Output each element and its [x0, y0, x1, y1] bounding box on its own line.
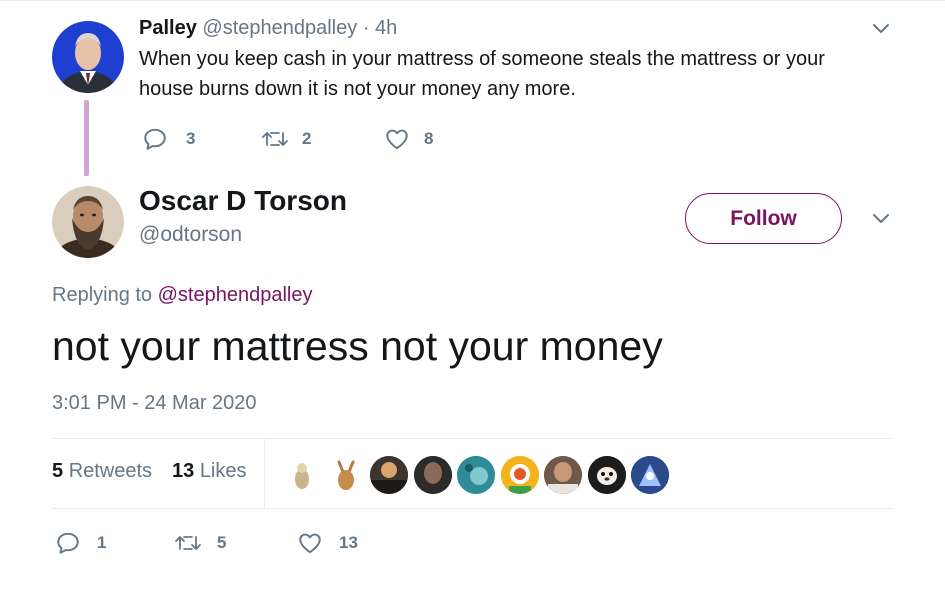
thread-connector	[84, 100, 89, 176]
reply-icon	[55, 530, 81, 556]
author-avatar[interactable]	[52, 186, 124, 258]
liker-avatar[interactable]	[631, 456, 669, 494]
parent-more-chevron-icon[interactable]	[872, 22, 890, 36]
top-divider	[0, 0, 945, 1]
header-dot-separator: ·	[362, 17, 370, 39]
parent-avatar[interactable]	[52, 21, 124, 93]
likes-stat-count: 13	[172, 460, 195, 482]
parent-retweet-action[interactable]: 2	[260, 124, 311, 154]
tweet-timestamp[interactable]: 3:01 PM - 24 Mar 2020	[52, 392, 257, 415]
stats-top-divider	[52, 438, 893, 439]
stats-bottom-divider	[52, 508, 893, 509]
liker-avatar[interactable]	[414, 456, 452, 494]
retweet-count: 5	[217, 533, 227, 552]
liker-avatar[interactable]	[370, 456, 408, 494]
liker-avatar[interactable]	[457, 456, 495, 494]
reply-count: 1	[97, 533, 107, 552]
like-count: 13	[339, 533, 358, 552]
retweets-stat[interactable]: 5 Retweets	[52, 460, 152, 483]
parent-like-action[interactable]: 8	[384, 124, 433, 154]
parent-author-handle[interactable]: @stephendpalley	[202, 17, 357, 39]
follow-button[interactable]: Follow	[685, 193, 842, 244]
heart-icon	[297, 530, 323, 556]
liker-avatar[interactable]	[327, 456, 365, 494]
reply-icon	[142, 126, 168, 152]
liker-avatar[interactable]	[283, 456, 321, 494]
stats-separator	[264, 439, 265, 508]
parent-retweet-count: 2	[302, 129, 312, 148]
retweets-stat-label: Retweets	[68, 460, 153, 482]
retweet-action[interactable]: 5	[173, 528, 226, 558]
retweet-icon	[173, 530, 203, 556]
author-name[interactable]: Oscar D Torson	[139, 185, 347, 217]
likes-stat-label: Likes	[199, 460, 247, 482]
replying-to-line: Replying to @stephendpalley	[52, 284, 312, 307]
liker-avatar[interactable]	[588, 456, 626, 494]
replying-to-prefix: Replying to	[52, 284, 153, 306]
reply-action[interactable]: 1	[55, 528, 106, 558]
parent-like-count: 8	[424, 129, 434, 148]
parent-timestamp[interactable]: 4h	[375, 17, 397, 39]
retweets-stat-count: 5	[52, 460, 64, 482]
liker-avatar[interactable]	[501, 456, 539, 494]
like-action[interactable]: 13	[297, 528, 358, 558]
parent-reply-action[interactable]: 3	[142, 124, 195, 154]
tweet-text: not your mattress not your money	[52, 323, 663, 369]
retweet-icon	[260, 126, 290, 152]
parent-header: Palley @stephendpalley · 4h	[139, 17, 397, 40]
parent-tweet-text: When you keep cash in your mattress of s…	[139, 48, 825, 100]
likes-stat[interactable]: 13 Likes	[172, 460, 247, 483]
liker-avatar[interactable]	[544, 456, 582, 494]
author-handle[interactable]: @odtorson	[139, 223, 242, 247]
parent-reply-count: 3	[186, 129, 196, 148]
more-chevron-icon[interactable]	[872, 212, 890, 226]
parent-author-name[interactable]: Palley	[139, 17, 197, 39]
heart-icon	[384, 126, 410, 152]
replying-to-link[interactable]: @stephendpalley	[158, 284, 313, 306]
